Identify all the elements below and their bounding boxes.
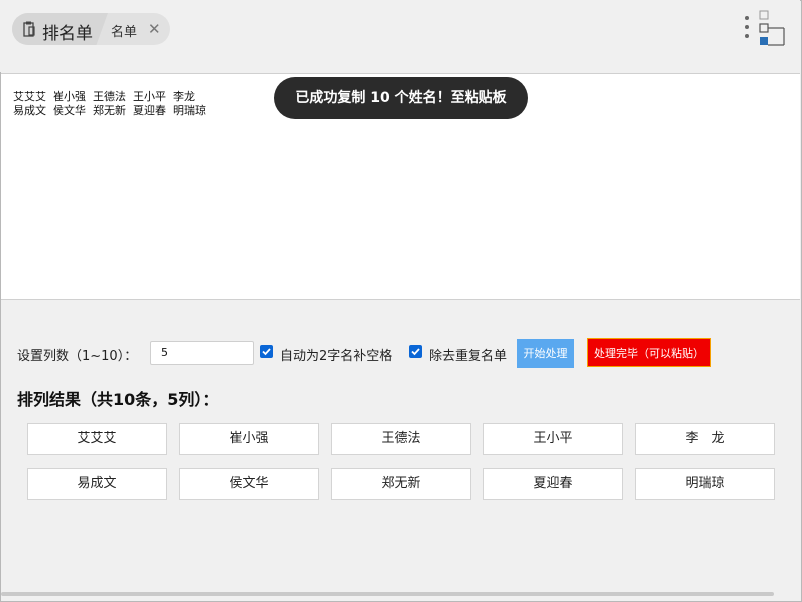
clipboard-icon xyxy=(23,21,35,37)
result-cell[interactable]: 艾艾艾 xyxy=(27,423,167,455)
editor-line: 易成文 侯文华 郑无新 夏迎春 明瑞琼 xyxy=(13,104,206,117)
dedupe-checkbox[interactable] xyxy=(409,345,422,358)
result-cell[interactable]: 王小平 xyxy=(483,423,623,455)
start-button[interactable]: 开始处理 xyxy=(517,339,574,368)
tab-label[interactable]: 名单 xyxy=(111,21,137,40)
result-cell[interactable]: 郑无新 xyxy=(331,468,471,500)
result-cell[interactable]: 易成文 xyxy=(27,468,167,500)
dedupe-label: 除去重复名单 xyxy=(429,349,508,364)
horizontal-scrollbar[interactable] xyxy=(1,592,774,596)
result-cell[interactable]: 王德法 xyxy=(331,423,471,455)
more-vertical-icon[interactable] xyxy=(744,16,750,42)
result-cell[interactable]: 李 龙 xyxy=(635,423,775,455)
pad-label: 自动为2字名补空格 xyxy=(280,349,393,364)
layout-icon[interactable] xyxy=(758,10,788,48)
result-cell[interactable]: 侯文华 xyxy=(179,468,319,500)
close-icon[interactable]: ✕ xyxy=(148,20,161,38)
columns-label: 设置列数（1~10）： xyxy=(17,349,138,364)
tab-bar: 排名单 名单 ✕ xyxy=(0,0,800,72)
done-button[interactable]: 处理完毕（可以粘贴） xyxy=(587,338,711,367)
pad-checkbox[interactable] xyxy=(260,345,273,358)
result-title: 排列结果（共10条，5列）： xyxy=(17,390,219,409)
app-tab[interactable]: 排名单 xyxy=(12,13,108,45)
controls-row: 设置列数（1~10）： 5 自动为2字名补空格 除去重复名单 开始处理 处理完毕… xyxy=(0,336,800,372)
columns-input[interactable]: 5 xyxy=(150,341,254,365)
result-cell[interactable]: 明瑞琼 xyxy=(635,468,775,500)
result-cell[interactable]: 夏迎春 xyxy=(483,468,623,500)
app-label: 排名单 xyxy=(42,24,93,44)
tab-strip: 排名单 名单 ✕ xyxy=(12,13,170,45)
result-cell[interactable]: 崔小强 xyxy=(179,423,319,455)
copy-toast: 已成功复制 10 个姓名！至粘贴板 xyxy=(274,77,528,119)
